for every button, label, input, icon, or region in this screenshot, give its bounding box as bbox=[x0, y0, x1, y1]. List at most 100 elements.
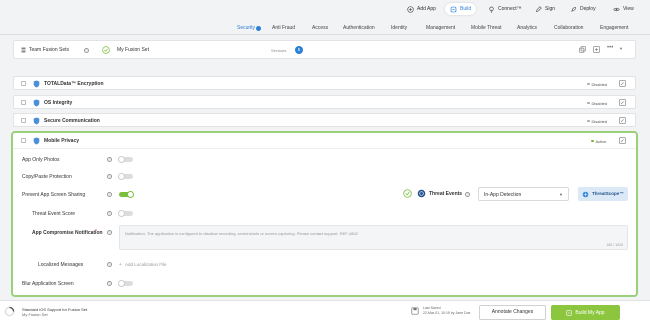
last-saved-label: Last Saved bbox=[423, 306, 441, 310]
threat-event-score-toggle[interactable] bbox=[118, 210, 133, 217]
help-icon[interactable]: ? bbox=[107, 157, 112, 162]
toggle-knob bbox=[118, 280, 125, 287]
chevron-down-icon[interactable]: ▼ bbox=[619, 46, 623, 51]
build-my-app-button[interactable]: Build My App bbox=[551, 305, 620, 320]
status-text: Disabled bbox=[591, 118, 608, 124]
add-app-button[interactable]: Add App bbox=[402, 3, 441, 15]
edit-icon[interactable] bbox=[619, 137, 626, 144]
check-circle-icon bbox=[102, 46, 110, 54]
status-text: Disabled bbox=[591, 100, 608, 106]
edit-icon[interactable] bbox=[619, 117, 626, 124]
section-title: Mobile Privacy bbox=[44, 138, 80, 144]
status-dot bbox=[587, 101, 590, 105]
plus-circle-icon bbox=[407, 5, 414, 13]
tab-access[interactable]: Access bbox=[312, 25, 328, 31]
toggle-knob bbox=[118, 156, 125, 163]
bulb-icon bbox=[489, 6, 494, 13]
build-my-app-label: Build My App bbox=[575, 309, 605, 316]
status-dot bbox=[591, 139, 594, 143]
build-label: Build bbox=[460, 6, 472, 12]
section-checkbox[interactable] bbox=[21, 138, 26, 143]
toggle-knob bbox=[127, 191, 134, 198]
copy-icon[interactable] bbox=[579, 46, 586, 53]
services-count-badge: 5 bbox=[295, 46, 303, 54]
plus-icon: + bbox=[119, 261, 122, 268]
add-localization-link[interactable]: Add Localization File bbox=[125, 262, 167, 267]
shield-icon bbox=[33, 99, 40, 107]
char-count: 150 / 1024 bbox=[606, 243, 623, 247]
edit-icon[interactable] bbox=[619, 80, 626, 87]
threat-detection-select[interactable]: In-App Detection ▼ bbox=[478, 187, 569, 201]
section-os-integrity[interactable]: OS Integrity Disabled bbox=[13, 95, 636, 109]
help-icon[interactable]: ? bbox=[465, 191, 470, 197]
save-icon bbox=[411, 307, 419, 315]
help-icon[interactable]: ? bbox=[107, 192, 112, 197]
team-fusion-sets-label: Team Fusion Sets bbox=[29, 47, 70, 53]
connect-button[interactable]: Connect™ bbox=[483, 3, 527, 15]
tab-authentication[interactable]: Authentication bbox=[343, 25, 375, 31]
edit-icon[interactable] bbox=[619, 99, 626, 106]
copy-paste-toggle[interactable] bbox=[118, 173, 133, 180]
status-badge: Disabled bbox=[587, 82, 607, 87]
security-count-icon bbox=[256, 25, 261, 31]
toggle-knob bbox=[118, 173, 125, 180]
section-secure-communication[interactable]: Secure Communication Disabled bbox=[13, 113, 636, 127]
help-icon[interactable]: ? bbox=[107, 174, 112, 179]
check-circle-icon[interactable] bbox=[403, 189, 412, 198]
export-icon[interactable] bbox=[593, 46, 600, 53]
pen-icon bbox=[535, 5, 542, 12]
help-icon[interactable]: ? bbox=[107, 230, 112, 235]
help-icon[interactable]: ? bbox=[107, 211, 112, 216]
help-icon[interactable]: ? bbox=[84, 48, 89, 53]
status-text: Active bbox=[595, 138, 607, 144]
threat-events-label: Threat Events bbox=[429, 191, 463, 197]
status-badge: Disabled bbox=[587, 101, 607, 106]
section-totaldata[interactable]: TOTALData™ Encryption Disabled bbox=[13, 76, 636, 90]
support-line-2: My Fusion Set bbox=[22, 312, 48, 317]
tab-identity[interactable]: Identity bbox=[391, 25, 407, 31]
blur-screen-toggle[interactable] bbox=[118, 280, 133, 287]
section-checkbox[interactable] bbox=[21, 100, 26, 105]
select-value: In-App Detection bbox=[484, 191, 522, 198]
prevent-screen-sharing-toggle[interactable] bbox=[119, 191, 134, 198]
sign-button[interactable]: Sign bbox=[530, 3, 560, 15]
blur-screen-label: Blur Application Screen bbox=[22, 281, 74, 287]
tab-collaboration[interactable]: Collaboration bbox=[554, 25, 583, 31]
threat-event-score-label: Threat Event Score bbox=[32, 211, 76, 217]
top-action-bar: Add App Build Connect™ Sign Deploy View bbox=[0, 0, 650, 19]
threatscope-button[interactable]: ThreatScope™ bbox=[578, 187, 628, 201]
tab-anti-fraud[interactable]: Anti Fraud bbox=[272, 25, 295, 31]
threatscope-label: ThreatScope™ bbox=[592, 191, 624, 196]
fusion-set-name[interactable]: My Fusion Set bbox=[117, 47, 149, 53]
loading-spinner-icon bbox=[4, 306, 15, 317]
threat-events-icon bbox=[417, 189, 426, 198]
status-badge: Disabled bbox=[587, 119, 607, 124]
compromise-notification-textarea[interactable]: Notification. The application is configu… bbox=[119, 225, 628, 250]
tab-engagement[interactable]: Engagement bbox=[600, 25, 628, 31]
help-icon[interactable]: ? bbox=[107, 262, 112, 267]
tab-mobile-threat[interactable]: Mobile Threat bbox=[471, 25, 501, 31]
section-mobile-privacy: Mobile Privacy Active App Only Photos ? … bbox=[11, 131, 638, 297]
section-title: OS Integrity bbox=[44, 100, 73, 106]
tab-analytics[interactable]: Analytics bbox=[517, 25, 537, 31]
shield-icon bbox=[33, 80, 40, 88]
view-button[interactable]: View bbox=[608, 3, 639, 15]
annotate-changes-button[interactable]: Annotate Changes bbox=[479, 305, 546, 320]
section-title: Secure Communication bbox=[44, 118, 100, 124]
deploy-button[interactable]: Deploy bbox=[565, 3, 601, 15]
more-options-icon[interactable]: ••• bbox=[607, 45, 613, 51]
view-label: View bbox=[623, 6, 634, 12]
rocket-icon bbox=[571, 6, 576, 12]
tab-management[interactable]: Management bbox=[426, 25, 455, 31]
connect-label: Connect™ bbox=[498, 6, 522, 12]
stack-icon bbox=[21, 47, 26, 53]
section-checkbox[interactable] bbox=[21, 81, 26, 86]
build-icon bbox=[450, 6, 457, 12]
help-icon[interactable]: ? bbox=[107, 281, 112, 286]
section-checkbox[interactable] bbox=[21, 118, 26, 123]
tab-security[interactable]: Security bbox=[237, 25, 255, 31]
sign-label: Sign bbox=[545, 6, 556, 12]
app-only-photos-toggle[interactable] bbox=[118, 156, 133, 163]
build-button[interactable]: Build bbox=[445, 3, 477, 15]
services-label: Services bbox=[271, 47, 287, 53]
